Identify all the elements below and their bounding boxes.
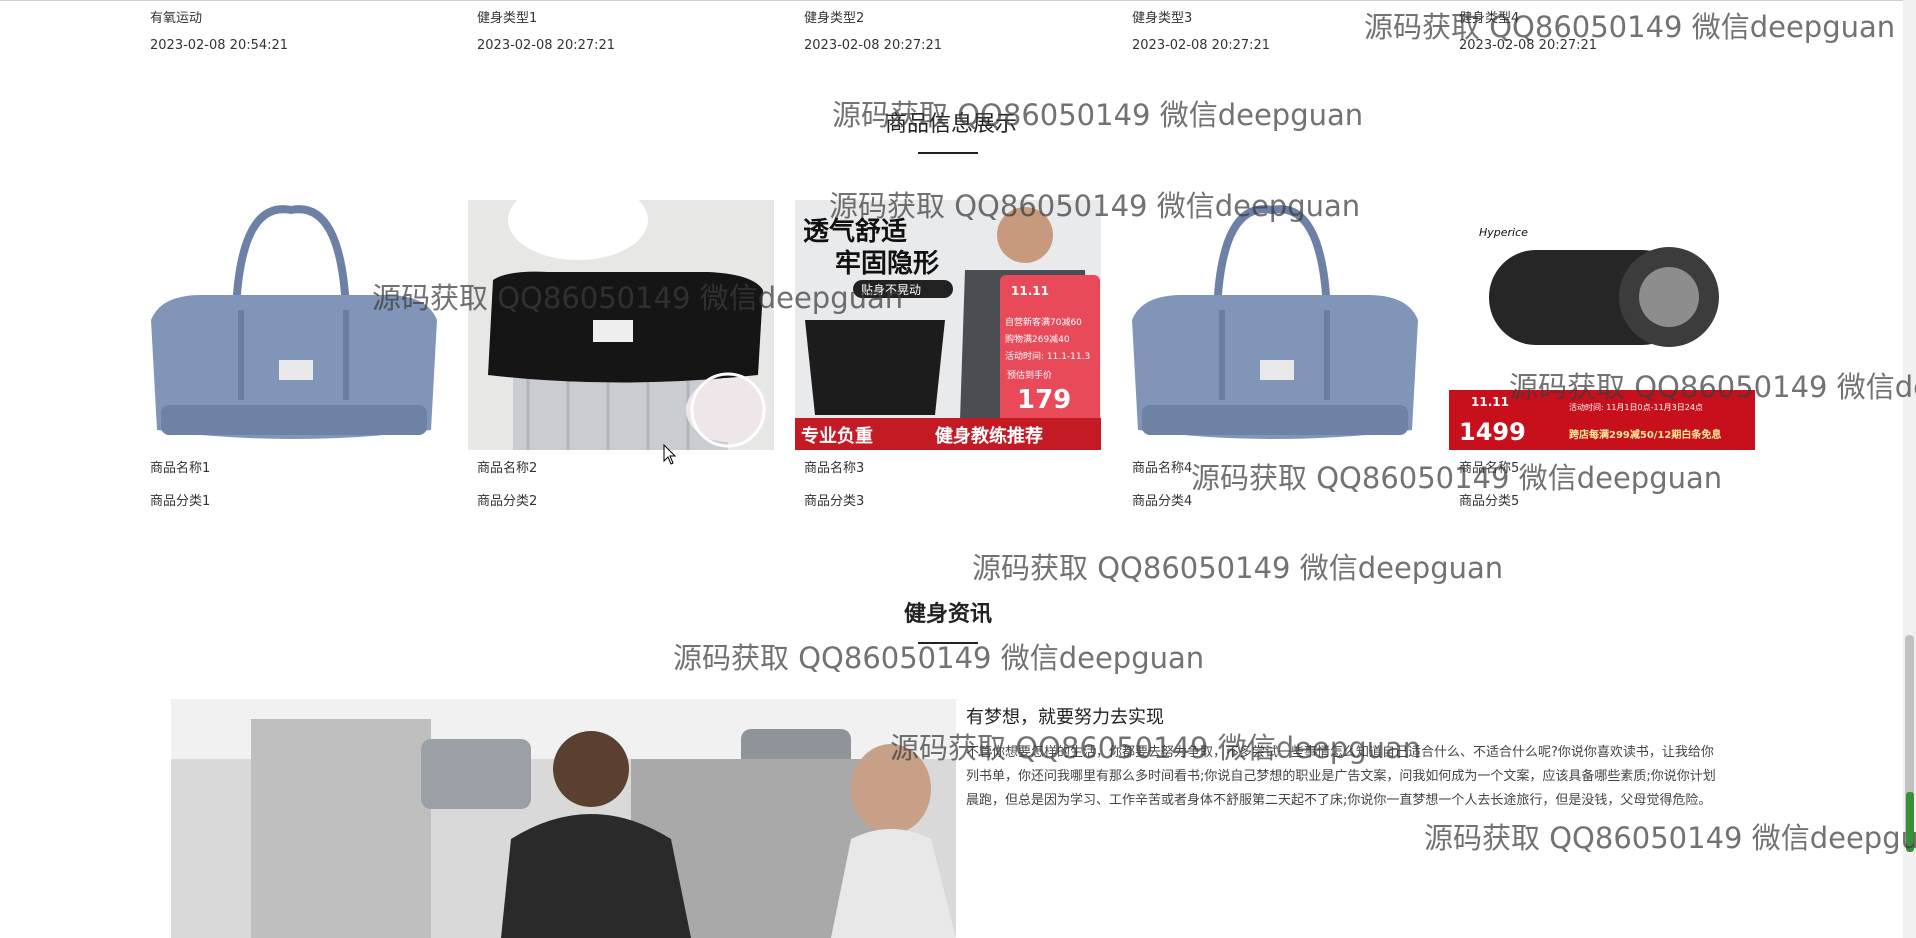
product-name[interactable]: 商品名称3: [804, 457, 864, 476]
news-image-gym[interactable]: [171, 699, 956, 938]
top-row-name[interactable]: 健身类型1: [477, 7, 537, 26]
top-row-name[interactable]: 有氧运动: [150, 7, 202, 26]
news-body: 不管你想要怎样的生活，你都要去努力争取，不多尝试一些事情怎么知道自己适合什么、不…: [966, 745, 1716, 808]
product3-promo-line1: 自营新客满70减60: [1005, 316, 1082, 328]
product-category: 商品分类4: [1132, 494, 1193, 509]
top-row-date: 2023-02-08 20:27:21: [477, 38, 616, 53]
top-row-date: 2023-02-08 20:27:21: [804, 38, 943, 53]
product3-headline1: 透气舒适: [803, 216, 907, 247]
product-image-bag-black[interactable]: [468, 200, 774, 450]
products-section-title: 商品信息展示: [884, 112, 1017, 137]
top-row-name[interactable]: 健身类型4: [1459, 7, 1519, 26]
title-underline: [918, 152, 978, 154]
top-row-date: 2023-02-08 20:27:21: [1132, 38, 1271, 53]
product-category: 商品分类5: [1459, 494, 1520, 509]
product5-promo: 跨店每满299减50/12期白条免息: [1569, 428, 1721, 441]
watermark-text: 源码获取 QQ86050149 微信deepguan: [972, 551, 1504, 585]
top-row-name[interactable]: 健身类型3: [1132, 7, 1192, 26]
product-name[interactable]: 商品名称5: [1459, 457, 1519, 476]
top-row-name[interactable]: 健身类型2: [804, 7, 864, 26]
title-underline: [918, 642, 978, 644]
top-row-date: 2023-02-08 20:27:21: [1459, 38, 1598, 53]
product3-bottom-left: 专业负重: [801, 425, 873, 447]
mouse-cursor-icon: [663, 444, 677, 465]
product-category: 商品分类2: [477, 494, 538, 509]
product5-time: 活动时间: 11月1日0点-11月3日24点: [1569, 402, 1703, 412]
product3-promo-line3: 活动时间: 11.1-11.3: [1005, 350, 1090, 362]
product-image-massage-roller[interactable]: Hyperice 11.11 1499 活动时间: 11月1日0点-11月3日2…: [1449, 200, 1755, 450]
product3-bottom-right: 健身教练推荐: [935, 425, 1043, 447]
product-image-bag-blue-2[interactable]: [1122, 200, 1428, 450]
watermark-text: 源码获取 QQ86050149 微信deepguan: [1424, 821, 1916, 855]
product3-tag: 贴身不晃动: [861, 282, 921, 297]
news-headline[interactable]: 有梦想，就要努力去实现: [966, 703, 1164, 729]
product3-promo-line2: 购物满269减40: [1005, 333, 1070, 345]
product-name[interactable]: 商品名称2: [477, 457, 537, 476]
top-divider: [0, 0, 1916, 1]
watermark-text: 源码获取 QQ86050149 微信deepguan: [1191, 461, 1723, 495]
product-name[interactable]: 商品名称1: [150, 457, 210, 476]
product3-headline2: 牢固隐形: [835, 248, 939, 279]
product3-promo-badge: 11.11: [1011, 284, 1049, 298]
news-section-title: 健身资讯: [903, 602, 992, 627]
product3-price: 179: [1017, 385, 1071, 415]
product-image-vest[interactable]: 透气舒适 牢固隐形 贴身不晃动 11.11 自营新客满70减60 购物满269减…: [795, 200, 1101, 450]
top-row-date: 2023-02-08 20:54:21: [150, 38, 289, 53]
product-name[interactable]: 商品名称4: [1132, 457, 1192, 476]
product5-badge: 11.11: [1471, 395, 1509, 409]
watermark-text: 源码获取 QQ86050149 微信deepguan: [1364, 10, 1896, 44]
product5-brand: Hyperice: [1479, 226, 1528, 239]
product-category: 商品分类3: [804, 494, 865, 509]
scrollbar-indicator: [1906, 792, 1914, 852]
product-category: 商品分类1: [150, 494, 211, 509]
product-image-bag-blue[interactable]: [141, 200, 447, 450]
product3-price-label: 预估到手价: [1007, 369, 1052, 381]
product5-price: 1499: [1459, 418, 1526, 446]
